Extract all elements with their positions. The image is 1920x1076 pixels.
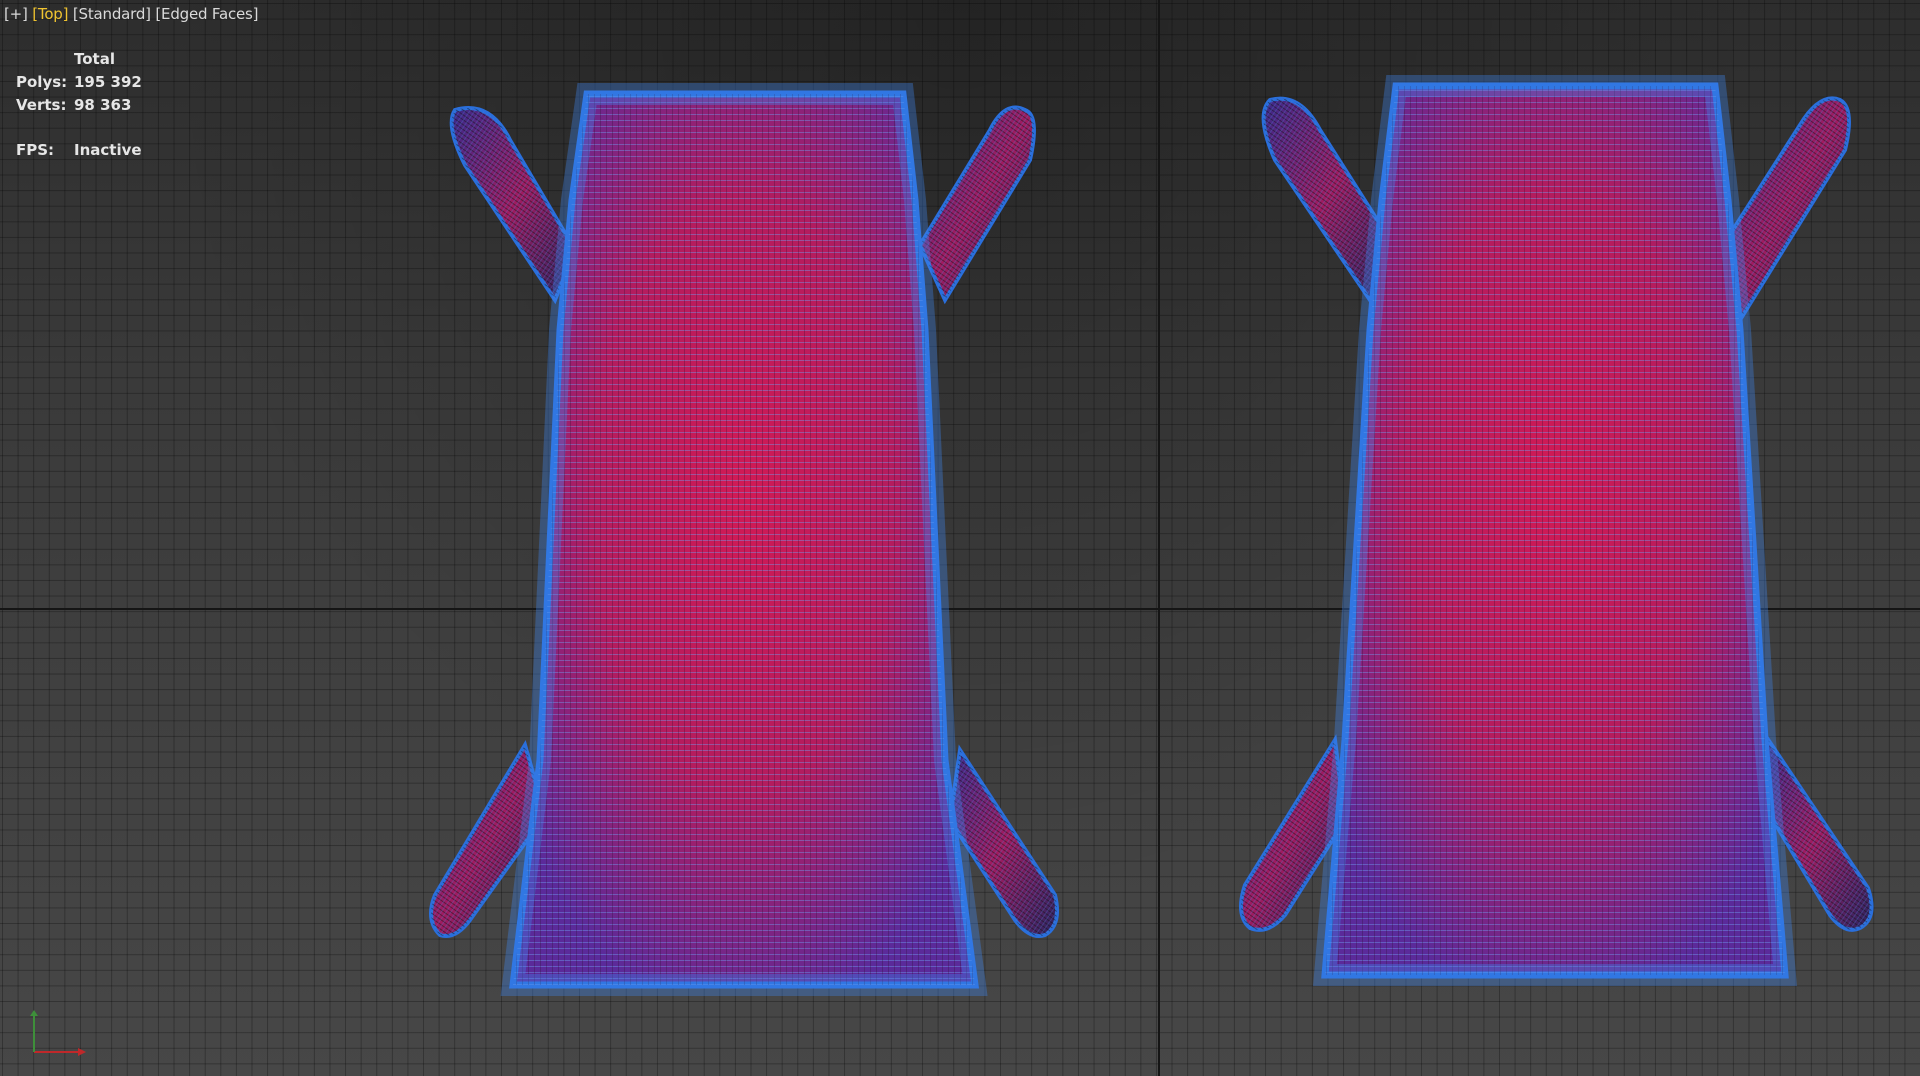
axis-tripod-icon <box>30 1010 86 1056</box>
mesh-body-left-wire <box>513 94 975 985</box>
viewport-display-label[interactable]: [Edged Faces] <box>155 5 258 23</box>
viewport-top[interactable]: [+] [Top] [Standard] [Edged Faces] Total… <box>0 0 1920 1076</box>
stats-header: Total <box>74 50 115 68</box>
mesh-body-right-wire <box>1325 86 1785 975</box>
viewport-shading-label[interactable]: [Standard] <box>73 5 151 23</box>
stats-fps-label: FPS: <box>16 141 55 159</box>
scene-models <box>429 75 1874 996</box>
mesh-object-left[interactable] <box>429 83 1059 996</box>
stats-fps-value: Inactive <box>74 141 142 159</box>
stats-verts-value: 98 363 <box>74 96 132 114</box>
viewport-menu-plus[interactable]: [+] <box>4 5 28 23</box>
viewport-view-label[interactable]: [Top] <box>32 5 68 23</box>
stats-polys-label: Polys: <box>16 73 68 91</box>
stats-verts-label: Verts: <box>16 96 67 114</box>
mesh-object-right[interactable] <box>1239 75 1874 986</box>
viewport-label-bar: [+] [Top] [Standard] [Edged Faces] <box>4 5 258 23</box>
stats-polys-value: 195 392 <box>74 73 142 91</box>
mesh-arm-right-top-wire <box>920 107 1034 300</box>
statistics-overlay: Total Polys: 195 392 Verts: 98 363 FPS: … <box>16 48 142 162</box>
